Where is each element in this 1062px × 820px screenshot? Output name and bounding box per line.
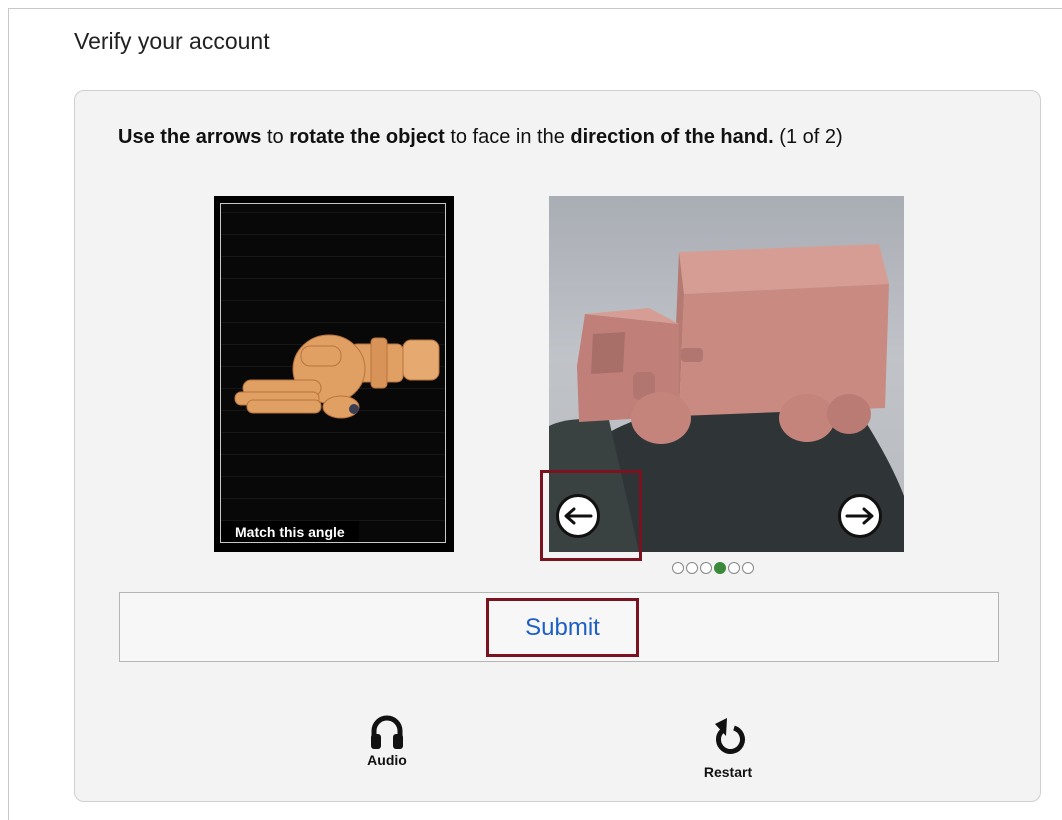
page-title: Verify your account	[74, 28, 270, 54]
restart-label: Restart	[703, 764, 753, 780]
pagination-dot-active	[714, 562, 726, 574]
pagination-dot	[742, 562, 754, 574]
audio-label: Audio	[367, 752, 407, 768]
headphones-icon	[371, 715, 403, 749]
pagination-dot	[728, 562, 740, 574]
restart-button[interactable]: Restart	[692, 714, 764, 780]
pagination-dot	[672, 562, 684, 574]
reference-label: Match this angle	[221, 521, 359, 542]
restart-icon	[715, 718, 745, 754]
left-arrow-icon	[564, 507, 593, 525]
instruction-segment: (1 of 2)	[773, 126, 843, 148]
pagination-dot	[686, 562, 698, 574]
audio-button[interactable]: Audio	[356, 714, 418, 768]
submit-button[interactable]: Submit	[486, 598, 639, 657]
pagination-dot	[700, 562, 712, 574]
hand-image	[234, 334, 440, 419]
instruction-segment: to face in the	[444, 126, 571, 148]
right-arrow-icon	[845, 507, 874, 525]
rotate-left-button[interactable]	[556, 494, 600, 538]
instruction-segment: direction of the hand.	[570, 126, 774, 148]
reference-image-panel: Match this angle	[214, 196, 454, 552]
instruction-segment: rotate the object	[289, 126, 445, 148]
reference-image-frame: Match this angle	[220, 203, 446, 543]
instruction-text: Use the arrows to rotate the object to f…	[118, 125, 998, 149]
instruction-segment: to	[261, 126, 290, 148]
pagination-dots	[672, 562, 754, 578]
rotate-right-button[interactable]	[838, 494, 882, 538]
instruction-segment: Use the arrows	[118, 126, 262, 148]
